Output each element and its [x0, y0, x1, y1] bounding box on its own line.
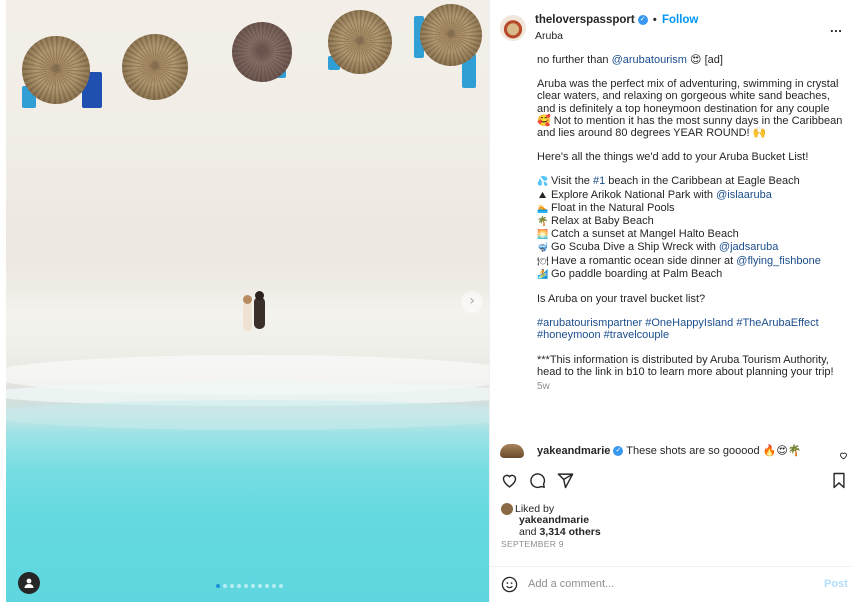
mention-link[interactable]: @islaaruba — [716, 189, 772, 201]
carousel-dot[interactable] — [244, 584, 248, 588]
comment-input[interactable] — [528, 574, 798, 594]
bucket-list: 💦 Visit the #1 beach in the Caribbean at … — [537, 175, 843, 281]
carousel-dot[interactable] — [237, 584, 241, 588]
carousel-dot[interactable] — [265, 584, 269, 588]
liked-user[interactable]: yakeandmarie — [519, 514, 589, 527]
caption-disclaimer: ***This information is distributed by Ar… — [537, 353, 834, 378]
emoji: 😍 — [690, 54, 702, 66]
verified-badge-icon: ✓ — [613, 446, 624, 457]
liked-by-label: Liked by — [515, 502, 555, 515]
carousel-dot[interactable] — [279, 584, 283, 588]
comment-body: These shots are so gooood 🔥😍🌴 — [626, 445, 802, 457]
post-time-ago[interactable]: 5w — [537, 381, 843, 393]
emoji-icon[interactable] — [501, 576, 518, 598]
post-location[interactable]: Aruba — [535, 30, 563, 42]
beach-umbrella — [122, 34, 188, 100]
chevron-right-icon[interactable]: › — [461, 291, 483, 313]
carousel-dot[interactable] — [251, 584, 255, 588]
hashtag-link[interactable]: #1 — [593, 175, 605, 187]
carousel-dot[interactable] — [258, 584, 262, 588]
separator: • — [652, 14, 657, 26]
caption-text: [ad] — [701, 54, 723, 66]
post-header: theloverspassport ✓ • Follow Aruba ... — [490, 0, 851, 48]
beach-umbrella — [328, 10, 392, 74]
carousel-dot[interactable] — [230, 584, 234, 588]
post-caption: no further than @arubatourism 😍 [ad] Aru… — [537, 54, 843, 393]
avatar[interactable] — [500, 444, 524, 458]
and-label: and — [519, 525, 537, 538]
list-item: 🌴 Relax at Baby Beach — [537, 215, 654, 228]
list-item: ⛰ Explore Arikok National Park with @isla… — [538, 188, 772, 201]
mention-link[interactable]: @flying_fishbone — [736, 255, 821, 267]
caption-line: no further than @arubatourism 😍 [ad] — [537, 54, 843, 66]
more-options-icon[interactable]: ... — [830, 20, 842, 35]
caption-paragraph: Here's all the things we'd add to your A… — [537, 151, 809, 164]
author-line: theloverspassport ✓ • Follow — [535, 14, 698, 26]
list-item: 🍽 Have a romantic ocean side dinner at @f… — [537, 254, 821, 267]
beach-umbrella — [420, 4, 482, 66]
comment-icon[interactable] — [529, 472, 546, 494]
carousel-indicator — [216, 584, 283, 588]
likes-count[interactable]: 3,314 others — [539, 526, 600, 538]
carousel-dot[interactable] — [216, 584, 220, 588]
verified-badge-icon: ✓ — [637, 14, 648, 25]
hashtags-link[interactable]: #arubatourismpartner #OneHappyIsland #Th… — [537, 317, 843, 341]
caption-text: no further than — [537, 54, 612, 66]
list-item: 🏄 Go paddle boarding at Palm Beach — [537, 267, 723, 280]
post-button[interactable]: Post — [824, 578, 848, 590]
post-side-panel: theloverspassport ✓ • Follow Aruba ... no… — [489, 0, 851, 602]
list-item: 🏊 Float in the Natural Pools — [537, 201, 675, 214]
avatar[interactable] — [500, 15, 526, 41]
bookmark-icon[interactable] — [832, 472, 846, 494]
post-date: SEPTEMBER 9 — [501, 539, 564, 550]
share-icon[interactable] — [557, 472, 574, 494]
action-bar — [490, 470, 851, 498]
beach-umbrella — [232, 22, 292, 82]
author-username[interactable]: theloverspassport — [535, 14, 635, 26]
avatar[interactable] — [501, 503, 513, 515]
couple-figure — [240, 291, 274, 335]
follow-button[interactable]: Follow — [662, 14, 698, 26]
user-tag-icon[interactable] — [18, 572, 40, 594]
list-item: 🌅 Catch a sunset at Mangel Halto Beach — [537, 228, 739, 241]
list-item: 🤿 Go Scuba Dive a Ship Wreck with @jadsar… — [537, 241, 779, 254]
carousel-dot[interactable] — [223, 584, 227, 588]
wave-foam — [6, 400, 489, 430]
caption-question: Is Aruba on your travel bucket list? — [537, 293, 706, 306]
heart-icon[interactable] — [501, 472, 518, 494]
add-comment-bar: Post — [490, 566, 851, 602]
beach-umbrella — [22, 36, 90, 104]
comment-username[interactable]: yakeandmarie — [537, 445, 610, 457]
post-photo[interactable]: › — [6, 0, 489, 602]
carousel-dot[interactable] — [272, 584, 276, 588]
mention-link[interactable]: @jadsaruba — [719, 241, 778, 253]
heart-icon[interactable] — [839, 447, 848, 465]
mention-link[interactable]: @arubatourism — [612, 54, 687, 66]
caption-paragraph: Aruba was the perfect mix of adventuring… — [537, 78, 843, 140]
comment-row: yakeandmarie ✓ These shots are so gooood … — [490, 440, 851, 464]
list-item: 💦 Visit the #1 beach in the Caribbean at … — [537, 175, 800, 188]
comment-text: yakeandmarie ✓ These shots are so gooood … — [537, 444, 801, 457]
likes-summary: Liked by yakeandmarie and 3,314 others S… — [501, 503, 601, 551]
